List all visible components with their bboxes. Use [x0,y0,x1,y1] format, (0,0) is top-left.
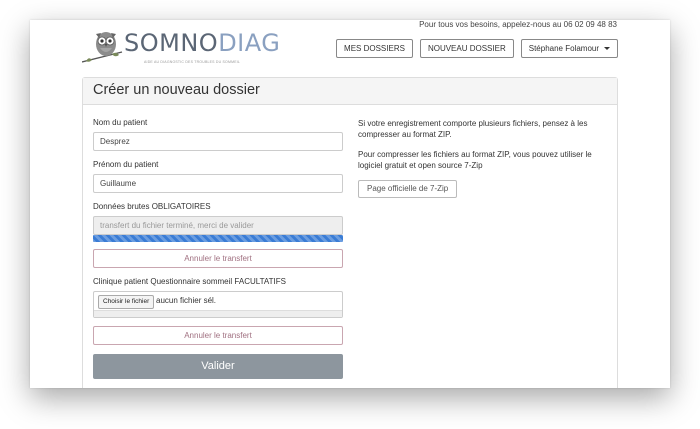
somnodiag-logo[interactable]: SOMNODIAG AIDE AU DIAGNOSTIC DES TROUBLE… [82,26,280,68]
owl-logo-icon [82,32,123,63]
optional-progress-track [94,310,342,317]
form-column: Nom du patient Desprez Prénom du patient… [93,118,343,379]
choose-file-button[interactable]: Choisir le fichier [98,295,155,309]
cancel-transfer-button-1[interactable]: Annuler le transfert [93,249,343,268]
firstname-input[interactable]: Guillaume [93,174,343,193]
optional-files-label: Clinique patient Questionnaire sommeil F… [93,277,286,286]
lastname-label: Nom du patient [93,118,148,127]
7zip-link-button[interactable]: Page officielle de 7-Zip [358,180,458,198]
logo-wordmark: SOMNODIAG [124,29,281,57]
nouveau-dossier-button[interactable]: NOUVEAU DOSSIER [419,39,514,58]
panel-header: Créer un nouveau dossier [83,78,617,105]
upload-progress-bar [93,235,343,242]
upload-progress-fill [93,235,343,242]
user-name: Stéphane Folamour [528,44,599,53]
user-menu-button[interactable]: Stéphane Folamour [520,39,618,58]
create-dossier-panel: Créer un nouveau dossier Nom du patient … [82,77,618,388]
browser-window: Pour tous vos besoins, appelez-nous au 0… [30,20,670,388]
validate-button[interactable]: Valider [93,354,343,379]
logo-tagline: AIDE AU DIAGNOSTIC DES TROUBLES DU SOMME… [144,60,241,64]
caret-down-icon [604,47,610,51]
raw-data-status-field: transfert du fichier terminé, merci de v… [93,216,343,235]
zip-info-text: Si votre enregistrement comporte plusieu… [358,119,588,139]
7zip-info-text: Pour compresser les fichiers au format Z… [358,150,592,170]
page-title: Créer un nouveau dossier [93,82,260,98]
phone-contact-text: Pour tous vos besoins, appelez-nous au 0… [419,20,617,29]
lastname-input[interactable]: Desprez [93,132,343,151]
firstname-label: Prénom du patient [93,160,159,169]
optional-file-input: Choisir le fichier aucun fichier sél. [93,291,343,318]
cancel-transfer-button-2[interactable]: Annuler le transfert [93,326,343,345]
top-nav: MES DOSSIERS NOUVEAU DOSSIER Stéphane Fo… [336,39,618,58]
no-file-text: aucun fichier sél. [156,296,217,305]
info-column: Si votre enregistrement comporte plusieu… [358,118,613,198]
raw-data-label: Données brutes OBLIGATOIRES [93,202,211,211]
mes-dossiers-button[interactable]: MES DOSSIERS [336,39,413,58]
